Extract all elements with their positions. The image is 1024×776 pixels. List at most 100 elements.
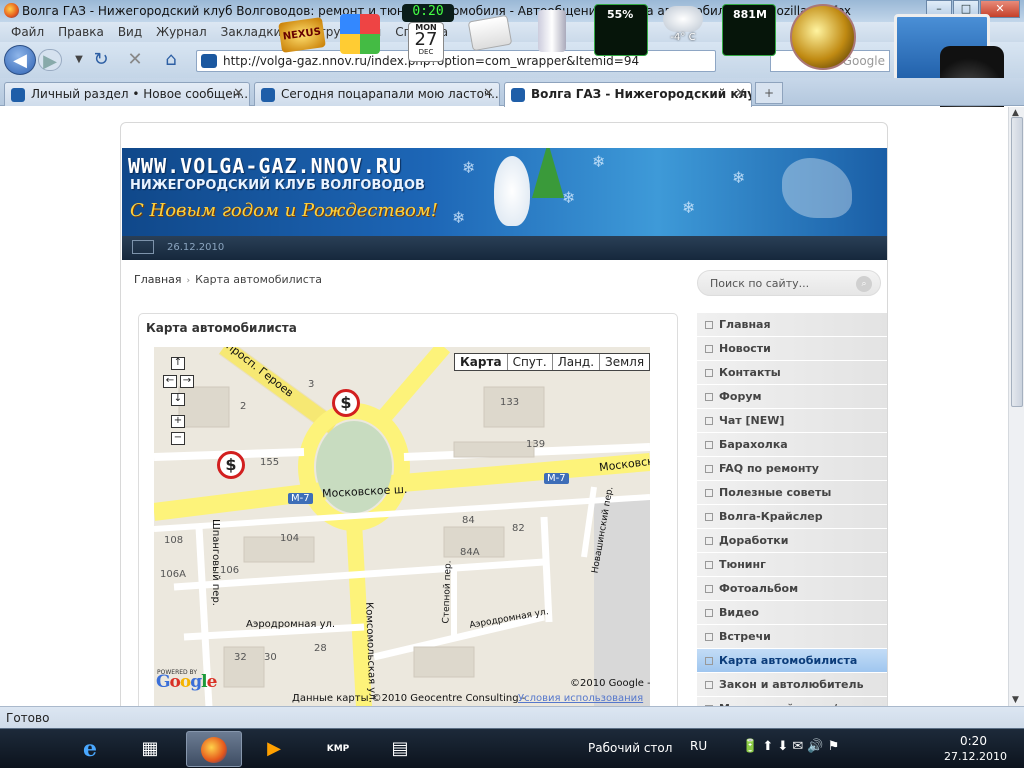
house-number: 106А — [160, 569, 186, 580]
tab-volga-gaz[interactable]: Волга ГАЗ - Нижегородский клу... ✕ — [504, 82, 752, 107]
snowflake-icon: ❄ — [592, 152, 606, 171]
navigation-toolbar: ◀ ▶ ▼ ↻ ✕ ⌂ http://volga-gaz.nnov.ru/ind… — [0, 42, 1024, 78]
house-number: 82 — [512, 523, 525, 534]
sidebar-item-photos[interactable]: Фотоальбом — [697, 577, 887, 601]
desktop-toolbar-label[interactable]: Рабочий стол — [588, 741, 672, 755]
window-titlebar: Волга ГАЗ - Нижегородский клуб Волговодо… — [0, 0, 1024, 22]
sidebar-item-chat[interactable]: Чат [NEW] — [697, 409, 887, 433]
search-engine-box[interactable]: Google — [770, 50, 890, 72]
internet-explorer-icon[interactable]: e — [70, 731, 110, 767]
sidebar-item-meetings[interactable]: Встречи — [697, 625, 887, 649]
sidebar-item-improvements[interactable]: Доработки — [697, 529, 887, 553]
sidebar-item-news[interactable]: Новости — [697, 337, 887, 361]
menu-help[interactable]: Справка — [388, 22, 455, 42]
stop-icon[interactable]: ✕ — [122, 48, 148, 72]
rss-icon[interactable] — [132, 240, 154, 254]
scroll-thumb[interactable] — [1011, 117, 1023, 407]
maximize-button[interactable]: □ — [953, 0, 979, 18]
tab-favicon — [511, 88, 525, 102]
scroll-down-icon[interactable]: ▼ — [1012, 695, 1019, 705]
sidebar-item-video[interactable]: Видео — [697, 601, 887, 625]
snowflake-icon: ❄ — [562, 188, 576, 207]
zoom-out-button[interactable]: − — [171, 432, 185, 445]
tab-close-icon[interactable]: ✕ — [233, 86, 244, 101]
zoom-in-button[interactable]: + — [171, 415, 185, 428]
new-tab-button[interactable]: + — [755, 82, 783, 104]
atm-marker-icon[interactable]: $ — [332, 389, 360, 417]
menu-history[interactable]: Журнал — [149, 22, 214, 42]
sidebar-item-faq[interactable]: FAQ по ремонту — [697, 457, 887, 481]
sidebar-item-motorist-map[interactable]: Карта автомобилиста — [697, 649, 887, 673]
kmplayer-icon[interactable]: KMP — [318, 731, 358, 767]
map-terms-link[interactable]: Условия использования — [518, 693, 643, 704]
site-search-placeholder: Поиск по сайту... — [710, 277, 810, 290]
tab-personal[interactable]: Личный раздел • Новое сообщен... ✕ — [4, 82, 250, 106]
firefox-taskbar-icon[interactable] — [186, 731, 242, 767]
taskbar-time: 0:20 — [960, 734, 987, 748]
street-label: Шпанговый пер. — [209, 519, 221, 606]
tab-close-icon[interactable]: ✕ — [483, 86, 494, 101]
house-number: 139 — [526, 439, 546, 450]
google-logo[interactable]: Google — [156, 672, 217, 692]
atm-marker-icon[interactable]: $ — [217, 451, 245, 479]
pan-left-button[interactable]: ← — [163, 375, 177, 388]
sidebar-item-volga-chrysler[interactable]: Волга-Крайслер — [697, 505, 887, 529]
house-number: 84А — [460, 547, 480, 558]
snowflake-icon: ❄ — [682, 198, 696, 217]
vertical-scrollbar[interactable]: ▲ ▼ — [1008, 107, 1024, 706]
house-number: 108 — [164, 535, 184, 546]
pan-down-button[interactable]: ↓ — [171, 393, 185, 406]
url-text[interactable]: http://volga-gaz.nnov.ru/index.php?optio… — [223, 54, 639, 68]
date-bar: 26.12.2010 — [122, 236, 887, 260]
pan-up-button[interactable]: ↑ — [171, 357, 185, 370]
sidebar-item-models[interactable]: Модельный ряд a/м Волга — [697, 697, 887, 706]
home-icon[interactable]: ⌂ — [158, 48, 184, 72]
tab-scratched[interactable]: Сегодня поцарапали мою ласточ... ✕ — [254, 82, 500, 106]
sidebar-item-home[interactable]: Главная — [697, 313, 887, 337]
sidebar-item-forum[interactable]: Форум — [697, 385, 887, 409]
house-number: 28 — [314, 643, 327, 654]
map-type-satellite[interactable]: Спут. — [506, 354, 552, 370]
status-bar: Готово — [0, 706, 1024, 728]
site-search-input[interactable]: Поиск по сайту... ⌕ — [697, 270, 881, 296]
map-type-earth[interactable]: Земля — [599, 354, 650, 370]
folder-icon[interactable]: ▦ — [130, 731, 170, 767]
breadcrumb-current: Карта автомобилиста — [195, 273, 323, 286]
menu-file[interactable]: Файл — [4, 22, 51, 42]
sidebar-item-market[interactable]: Барахолка — [697, 433, 887, 457]
route-shield: M-7 — [288, 493, 313, 504]
google-map[interactable]: ↑ ← → ↓ + − Карта Спут. Ланд. Земля прос… — [154, 347, 650, 706]
breadcrumb-home[interactable]: Главная — [134, 273, 182, 286]
sidebar-item-contacts[interactable]: Контакты — [697, 361, 887, 385]
language-indicator[interactable]: RU — [690, 739, 707, 753]
tab-close-icon[interactable]: ✕ — [735, 86, 746, 101]
christmas-tree-icon — [532, 148, 564, 198]
forward-button[interactable]: ▶ — [38, 49, 62, 72]
map-type-map[interactable]: Карта — [455, 354, 507, 370]
sidebar-item-tuning[interactable]: Тюнинг — [697, 553, 887, 577]
search-icon[interactable]: ⌕ — [856, 276, 872, 292]
url-bar[interactable]: http://volga-gaz.nnov.ru/index.php?optio… — [196, 50, 716, 72]
menu-edit[interactable]: Правка — [51, 22, 111, 42]
back-button[interactable]: ◀ — [4, 45, 36, 75]
media-player-icon[interactable]: ▶ — [254, 731, 294, 767]
sidebar-item-tips[interactable]: Полезные советы — [697, 481, 887, 505]
page-title: Карта автомобилиста — [146, 321, 297, 335]
menu-tools[interactable]: Инструменты — [288, 22, 388, 42]
taskbar: e ▦ ▶ KMP ▤ Рабочий стол RU 🔋 ⬆ ⬇ ✉ 🔊 ⚑ … — [0, 728, 1024, 768]
sidebar-item-law[interactable]: Закон и автолюбитель — [697, 673, 887, 697]
pan-right-button[interactable]: → — [180, 375, 194, 388]
map-type-terrain[interactable]: Ланд. — [551, 354, 600, 370]
notepad-icon[interactable]: ▤ — [382, 731, 418, 767]
close-button[interactable]: ✕ — [980, 0, 1020, 18]
minimize-button[interactable]: – — [926, 0, 952, 18]
reload-icon[interactable]: ↻ — [88, 48, 114, 72]
menu-bookmarks[interactable]: Закладки — [214, 22, 289, 42]
snowflake-icon: ❄ — [732, 168, 746, 187]
page-viewport: WWW.VOLGA-GAZ.NNOV.RU НИЖЕГОРОДСКИЙ КЛУБ… — [0, 107, 1008, 706]
street-label: Аэродромная ул. — [246, 619, 336, 630]
menu-view[interactable]: Вид — [111, 22, 149, 42]
start-apple-icon[interactable] — [8, 731, 44, 767]
map-roads — [154, 347, 650, 706]
house-number: 2 — [240, 401, 247, 412]
